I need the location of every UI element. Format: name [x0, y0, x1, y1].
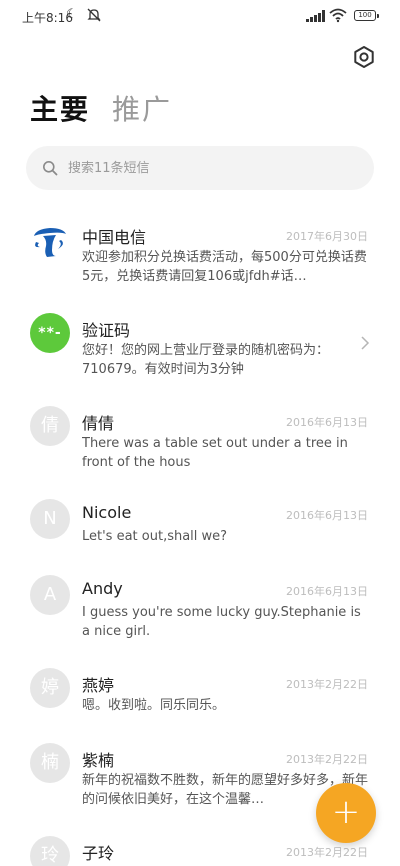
avatar: A	[30, 575, 70, 615]
message-preview: There was a table set out under a tree i…	[82, 436, 348, 470]
avatar: 楠	[30, 743, 70, 783]
avatar: N	[30, 499, 70, 539]
sender-name: 燕婷	[82, 676, 115, 695]
list-item[interactable]: **- 验证码 您好！您的网上营业厅登录的随机密码为：710679。有效时间为3…	[0, 303, 400, 393]
message-date: 2016年6月13日	[286, 585, 368, 598]
avatar: 玲	[30, 836, 70, 866]
sender-name: Andy	[82, 579, 123, 598]
sender-name: 倩倩	[82, 414, 115, 433]
message-preview: 欢迎参加积分兑换话费活动，每500分可兑换话费5元，兑换话费请回复106或jfd…	[82, 250, 367, 284]
message-date: 2013年2月22日	[286, 678, 368, 691]
message-date: 2013年2月22日	[286, 753, 368, 766]
avatar	[30, 220, 70, 260]
battery-icon: 100	[354, 10, 379, 21]
status-bar: 上午8:16 ☾ 100	[0, 0, 400, 34]
message-date: 2016年6月13日	[286, 416, 368, 429]
sender-name: 子玲	[82, 844, 115, 863]
avatar: **-	[30, 313, 70, 353]
list-item[interactable]: 中国电信 2017年6月30日 欢迎参加积分兑换话费活动，每500分可兑换话费5…	[0, 210, 400, 300]
sender-name: 中国电信	[82, 228, 147, 247]
compose-button[interactable]: +	[316, 783, 376, 843]
plus-icon: +	[331, 792, 361, 832]
message-date: 2013年2月22日	[286, 846, 368, 859]
mute-icon	[87, 8, 101, 22]
settings-icon[interactable]	[350, 43, 378, 71]
message-date: 2017年6月30日	[286, 230, 368, 243]
tab-promotion[interactable]: 推广	[112, 88, 172, 128]
search-bar[interactable]	[26, 146, 374, 190]
moon-icon: ☾	[66, 7, 78, 22]
sender-name: Nicole	[82, 503, 132, 522]
message-preview: 您好！您的网上营业厅登录的随机密码为：710679。有效时间为3分钟	[82, 343, 330, 377]
signal-icon	[306, 10, 325, 22]
tab-main[interactable]: 主要	[30, 88, 90, 128]
avatar: 婷	[30, 668, 70, 708]
search-input[interactable]	[68, 146, 358, 190]
avatar: 倩	[30, 406, 70, 446]
search-icon	[43, 161, 58, 176]
sender-name: 验证码	[82, 321, 131, 340]
message-date: 2016年6月13日	[286, 509, 368, 522]
list-item[interactable]: A Andy 2016年6月13日 I guess you're some lu…	[0, 565, 400, 655]
wifi-icon	[329, 8, 347, 23]
message-preview: Let's eat out,shall we?	[82, 529, 228, 544]
sender-name: 紫楠	[82, 751, 115, 770]
message-preview: 嗯。收到啦。同乐同乐。	[82, 698, 226, 713]
message-preview: I guess you're some lucky guy.Stephanie …	[82, 605, 361, 639]
list-item[interactable]: 倩 倩倩 2016年6月13日 There was a table set ou…	[0, 396, 400, 486]
china-telecom-logo-icon	[34, 228, 66, 257]
chevron-right-icon	[361, 336, 370, 350]
